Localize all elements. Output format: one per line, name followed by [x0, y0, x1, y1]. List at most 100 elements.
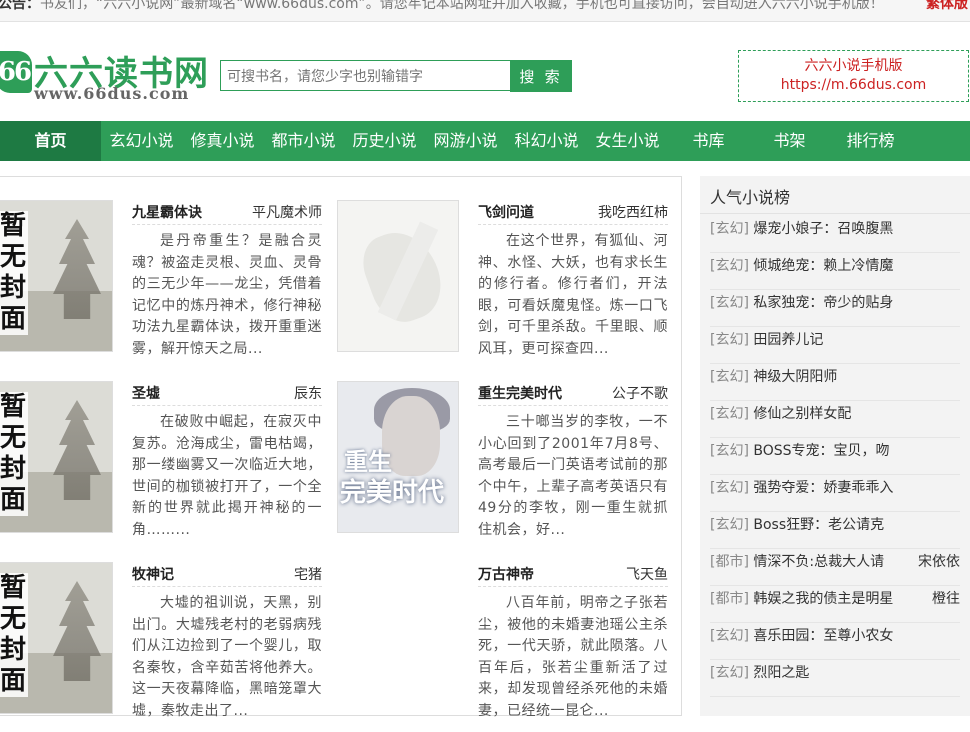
book-cover[interactable]: 暂无封面 — [0, 381, 113, 533]
cover-title: 完美时代 — [340, 478, 445, 508]
list-item[interactable]: [玄幻] 倾城绝宠：赖上冷情魔 — [710, 253, 960, 290]
item-book[interactable]: 烈阳之匙 — [753, 665, 809, 681]
nav-home[interactable]: 首页 — [0, 121, 101, 161]
book-author[interactable]: 平凡魔术师 — [252, 202, 322, 222]
search-button[interactable]: 搜 索 — [510, 60, 572, 92]
book-description: 三十啷当岁的李牧，一不小心回到了2001年7月8号、高考最后一门英语考试前的那个… — [478, 414, 668, 538]
sidebar-title: 人气小说榜 — [710, 188, 791, 207]
list-item[interactable]: [玄幻] 田园养儿记 — [710, 327, 960, 364]
item-category: [玄幻] — [710, 369, 749, 385]
book-author[interactable]: 公子不歌 — [612, 383, 668, 403]
book-cover[interactable] — [337, 200, 459, 352]
logo-url: www.66dus.com — [34, 84, 190, 103]
nav-paihang[interactable]: 排行榜 — [830, 121, 911, 161]
item-category: [玄幻] — [710, 443, 749, 459]
book-cover[interactable]: 重生 完美时代 — [337, 381, 459, 533]
book-author[interactable]: 宅猪 — [294, 564, 322, 584]
list-item[interactable]: [玄幻] 烈阳之匙 — [710, 660, 960, 697]
traditional-chinese-link[interactable]: 繁体版 — [926, 0, 968, 11]
nav-wangyou[interactable]: 网游小说 — [425, 121, 506, 161]
item-category: [都市] — [710, 554, 749, 570]
book-title[interactable]: 重生完美时代 — [478, 383, 562, 403]
list-item[interactable]: [玄幻] 私家独宠：帝少的贴身 — [710, 290, 960, 327]
list-item[interactable]: [玄幻] Boss狂野：老公请克 — [710, 512, 960, 549]
item-book[interactable]: 爆宠小娘子：召唤腹黑 — [753, 221, 893, 237]
list-item[interactable]: [都市] 韩娱之我的债主是明星 橙往 — [710, 586, 960, 623]
item-category: [玄幻] — [710, 480, 749, 496]
book-description: 八百年前，明帝之子张若尘，被他的未婚妻池瑶公主杀死，一代天骄，就此陨落。八百年后… — [478, 595, 668, 719]
nav-xuanhuan[interactable]: 玄幻小说 — [101, 121, 182, 161]
book-author[interactable]: 我吃西红柿 — [598, 202, 668, 222]
no-cover-caption: 暂无封面 — [0, 392, 28, 516]
item-book[interactable]: 倾城绝宠：赖上冷情魔 — [753, 258, 893, 274]
notice-prefix: 公告： — [0, 0, 40, 12]
list-item[interactable]: [玄幻] 爆宠小娘子：召唤腹黑 — [710, 216, 960, 253]
book-description: 大墟的祖训说，天黑，别出门。大墟残老村的老弱病残们从江边捡到了一个婴儿，取名秦牧… — [132, 595, 322, 719]
item-book[interactable]: 神级大阴阳师 — [753, 369, 837, 385]
book-card: 暂无封面 圣墟 辰东 在破败中崛起，在寂灭中复苏。沧海成尘，雷电枯竭，那一缕幽雾… — [0, 381, 331, 551]
book-description: 在这个世界，有狐仙、河神、水怪、大妖，也有求长生的修行者。修行者们，开法眼，可看… — [478, 233, 668, 357]
item-category: [玄幻] — [710, 332, 749, 348]
item-book[interactable]: 韩娱之我的债主是明星 — [753, 591, 893, 607]
no-cover-caption: 暂无封面 — [0, 573, 28, 697]
item-book[interactable]: 修仙之别样女配 — [753, 406, 851, 422]
item-category: [都市] — [710, 591, 749, 607]
no-cover-caption: 暂无封面 — [0, 211, 28, 335]
book-card: 重生 完美时代 重生完美时代 公子不歌 三十啷当岁的李牧，一不小心回到了2001… — [337, 381, 677, 551]
main-nav: 首页 玄幻小说 修真小说 都市小说 历史小说 网游小说 科幻小说 女生小说 书库… — [0, 121, 970, 161]
item-book[interactable]: 田园养儿记 — [753, 332, 823, 348]
ranking-list: [玄幻] 爆宠小娘子：召唤腹黑 [玄幻] 倾城绝宠：赖上冷情魔 [玄幻] 私家独… — [710, 216, 960, 697]
item-author[interactable]: 橙往 — [932, 586, 960, 612]
book-card: 暂无封面 牧神记 宅猪 大墟的祖训说，天黑，别出门。大墟残老村的老弱病残们从江边… — [0, 562, 331, 732]
mobile-version-title: 六六小说手机版 — [804, 58, 903, 74]
item-category: [玄幻] — [710, 628, 749, 644]
notice-text: 书友们，“六六小说网”最新域名“www.66dus.com”。请您牢记本站网址并… — [40, 0, 884, 12]
list-item[interactable]: [玄幻] BOSS专宠：宝贝，吻 — [710, 438, 960, 475]
mobile-version-box[interactable]: 六六小说手机版 https://m.66dus.com — [738, 50, 969, 102]
book-card: 万古神帝 飞天鱼 八百年前，明帝之子张若尘，被他的未婚妻池瑶公主杀死，一代天骄，… — [337, 562, 677, 732]
notice-text-wrap: 公告：书友们，“六六小说网”最新域名“www.66dus.com”。请您牢记本站… — [0, 0, 884, 11]
book-description: 在破败中崛起，在寂灭中复苏。沧海成尘，雷电枯竭，那一缕幽雾又一次临近大地，世间的… — [132, 414, 322, 538]
item-book[interactable]: 强势夺爱：娇妻乖乖入 — [753, 480, 893, 496]
list-item[interactable]: [玄幻] 修仙之别样女配 — [710, 401, 960, 438]
nav-xiuzhen[interactable]: 修真小说 — [182, 121, 263, 161]
book-card: 暂无封面 九星霸体诀 平凡魔术师 是丹帝重生？是融合灵魂？被盗走灵根、灵血、灵骨… — [0, 200, 331, 370]
item-category: [玄幻] — [710, 665, 749, 681]
book-card: 飞剑问道 我吃西红柿 在这个世界，有狐仙、河神、水怪、大妖，也有求长生的修行者。… — [337, 200, 677, 370]
nav-shuku[interactable]: 书库 — [668, 121, 749, 161]
item-author[interactable]: 宋依依 — [918, 549, 960, 575]
book-recommend-panel: 暂无封面 九星霸体诀 平凡魔术师 是丹帝重生？是融合灵魂？被盗走灵根、灵血、灵骨… — [0, 176, 682, 719]
nav-lishi[interactable]: 历史小说 — [344, 121, 425, 161]
book-cover[interactable]: 暂无封面 — [0, 562, 113, 714]
book-title[interactable]: 万古神帝 — [478, 564, 534, 584]
nav-dushi[interactable]: 都市小说 — [263, 121, 344, 161]
book-author[interactable]: 辰东 — [294, 383, 322, 403]
item-book[interactable]: Boss狂野：老公请克 — [753, 517, 884, 533]
popular-ranking-sidebar: 人气小说榜 [玄幻] 爆宠小娘子：召唤腹黑 [玄幻] 倾城绝宠：赖上冷情魔 [玄… — [700, 176, 970, 716]
item-book[interactable]: 私家独宠：帝少的贴身 — [753, 295, 893, 311]
list-item[interactable]: [都市] 情深不负:总裁大人请 宋依依 — [710, 549, 960, 586]
book-title[interactable]: 圣墟 — [132, 383, 160, 403]
list-item[interactable]: [玄幻] 神级大阴阳师 — [710, 364, 960, 401]
item-category: [玄幻] — [710, 258, 749, 274]
book-cover[interactable]: 暂无封面 — [0, 200, 113, 352]
nav-nvsheng[interactable]: 女生小说 — [587, 121, 668, 161]
item-category: [玄幻] — [710, 221, 749, 237]
nav-shujia[interactable]: 书架 — [749, 121, 830, 161]
list-item[interactable]: [玄幻] 喜乐田园：至尊小农女 — [710, 623, 960, 660]
item-book[interactable]: 喜乐田园：至尊小农女 — [753, 628, 893, 644]
list-item[interactable]: [玄幻] 强势夺爱：娇妻乖乖入 — [710, 475, 960, 512]
book-author[interactable]: 飞天鱼 — [626, 564, 668, 584]
book-title[interactable]: 飞剑问道 — [478, 202, 534, 222]
logo-badge-icon: 66 — [0, 51, 32, 93]
item-book[interactable]: 情深不负:总裁大人请 — [753, 554, 884, 570]
nav-kehuan[interactable]: 科幻小说 — [506, 121, 587, 161]
item-book[interactable]: BOSS专宠：宝贝，吻 — [753, 443, 889, 459]
item-category: [玄幻] — [710, 406, 749, 422]
search-input[interactable] — [220, 60, 510, 91]
book-title[interactable]: 九星霸体诀 — [132, 202, 202, 222]
notice-bar: 公告：书友们，“六六小说网”最新域名“www.66dus.com”。请您牢记本站… — [0, 0, 970, 22]
site-logo[interactable]: 66 六六读书网 www.66dus.com — [0, 46, 208, 106]
book-title[interactable]: 牧神记 — [132, 564, 174, 584]
mobile-version-url[interactable]: https://m.66dus.com — [739, 75, 968, 95]
